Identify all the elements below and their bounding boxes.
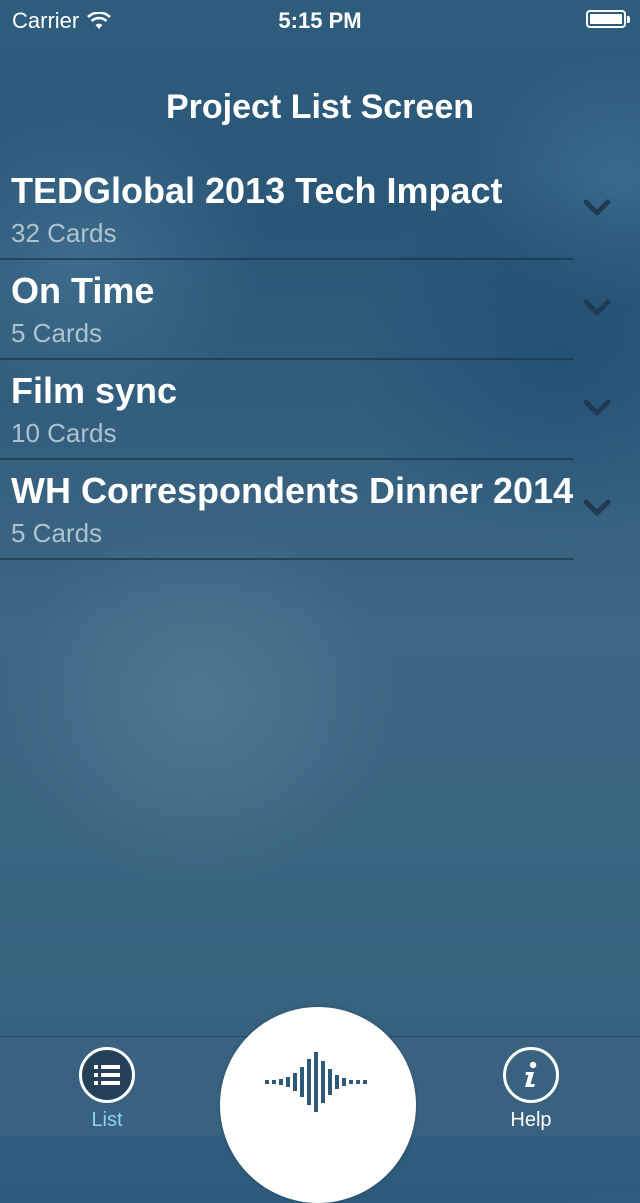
battery-icon: [586, 10, 630, 28]
page-title: Project List Screen: [165, 88, 474, 126]
project-list: TEDGlobal 2013 Tech Impact 32 Cards On T…: [0, 160, 640, 560]
project-card-count: 10 Cards: [11, 418, 117, 448]
tab-list-label: List: [91, 1109, 123, 1131]
chevron-down-icon[interactable]: [582, 296, 612, 320]
project-card-count: 32 Cards: [11, 218, 117, 248]
tab-help-label: Help: [510, 1109, 552, 1131]
project-row[interactable]: TEDGlobal 2013 Tech Impact 32 Cards: [0, 160, 640, 260]
project-row[interactable]: WH Correspondents Dinner 2014 5 Cards: [0, 460, 640, 560]
project-name: Film sync: [11, 370, 178, 411]
project-row[interactable]: Film sync 10 Cards: [0, 360, 640, 460]
chevron-down-icon[interactable]: [582, 396, 612, 420]
list-icon: [79, 1047, 135, 1103]
row-divider: [0, 558, 574, 560]
status-bar: Carrier 5:15 PM: [0, 0, 640, 40]
waveform-icon: [265, 1052, 367, 1112]
project-name: On Time: [11, 270, 155, 311]
info-icon: [503, 1047, 559, 1103]
project-row[interactable]: On Time 5 Cards: [0, 260, 640, 360]
project-name: WH Correspondents Dinner 2014: [11, 470, 574, 511]
tab-list[interactable]: List: [47, 1047, 167, 1132]
record-button[interactable]: [220, 1007, 416, 1203]
project-name: TEDGlobal 2013 Tech Impact: [11, 170, 503, 211]
status-time: 5:15 PM: [278, 8, 362, 33]
tab-help[interactable]: Help: [471, 1047, 591, 1132]
chevron-down-icon[interactable]: [582, 196, 612, 220]
project-card-count: 5 Cards: [11, 518, 103, 548]
chevron-down-icon[interactable]: [582, 496, 612, 520]
project-card-count: 5 Cards: [11, 318, 103, 348]
